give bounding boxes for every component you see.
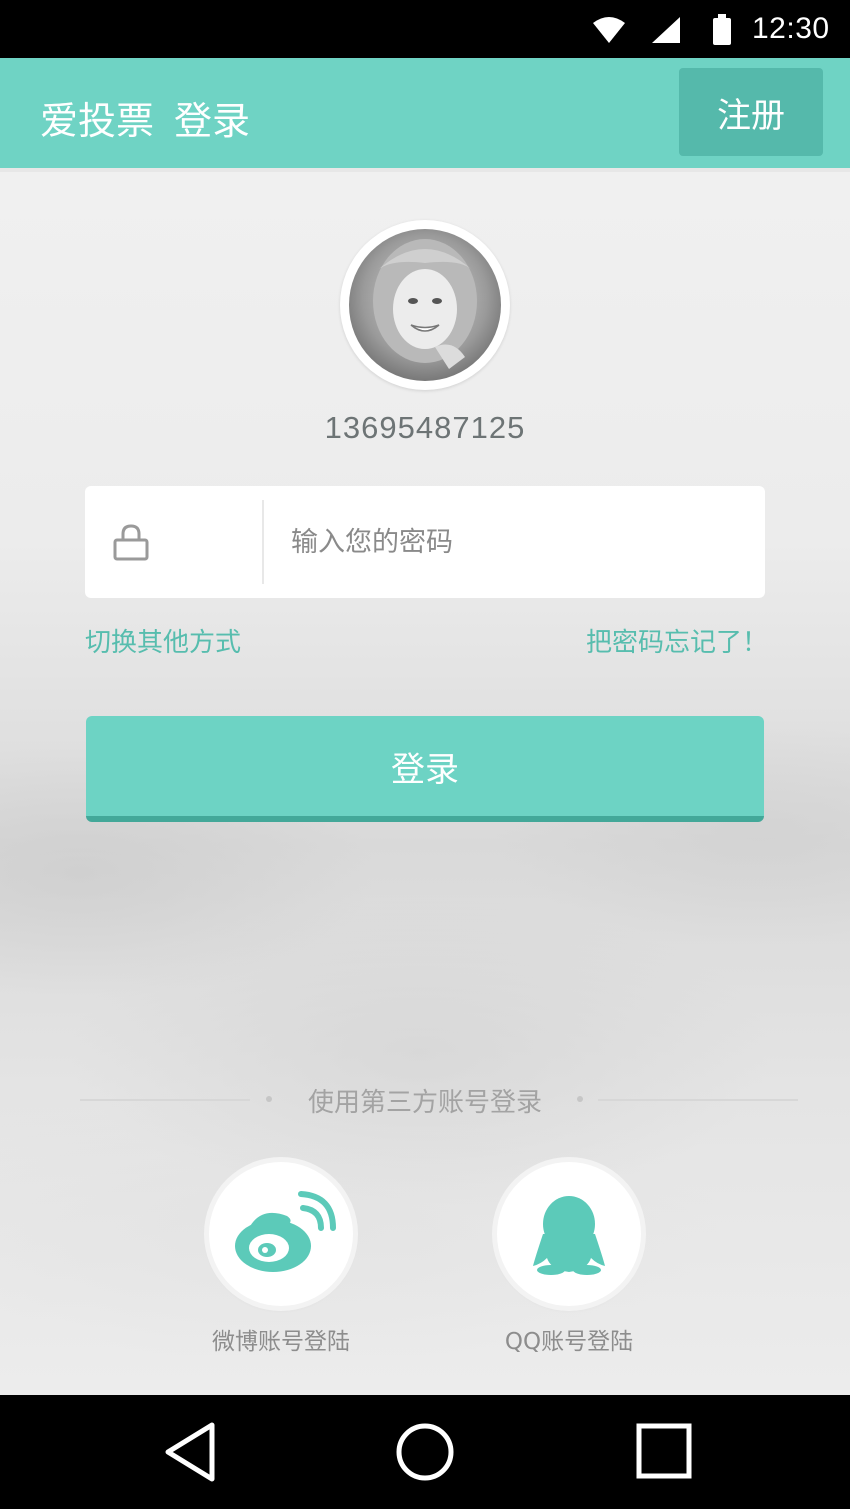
password-input[interactable] [291,514,731,570]
qq-login-label[interactable]: QQ账号登陆 [449,1322,689,1356]
switch-login-method-link[interactable]: 切换其他方式 [85,622,241,659]
weibo-icon [235,1191,336,1272]
lock-icon [113,524,149,561]
status-bar: 12:30 [0,0,850,58]
home-icon[interactable] [392,1419,458,1485]
system-nav-bar [0,1395,850,1509]
recent-apps-icon[interactable] [632,1419,698,1485]
app-name: 爱投票 [40,99,155,143]
avatar-photo [349,229,501,381]
account-number: 13695487125 [324,410,526,445]
wifi-icon [593,17,625,43]
divider-line-right [598,1099,798,1101]
page-title: 登录 [174,99,251,143]
cell-signal-icon [652,17,680,43]
app-bar-title: 爱投票 登录 [40,90,250,145]
weibo-login-label[interactable]: 微博账号登陆 [161,1322,401,1356]
register-button[interactable]: 注册 [679,68,823,156]
third-party-divider: 使用第三方账号登录 [0,1082,850,1122]
status-time: 12:30 [752,12,830,45]
password-field-container[interactable] [85,486,765,598]
login-button[interactable]: 登录 [86,716,764,822]
weibo-login-button[interactable] [209,1162,353,1306]
forgot-password-link[interactable]: 把密码忘记了！ [586,622,768,659]
battery-icon [713,14,731,45]
field-divider [262,500,264,584]
avatar[interactable] [340,220,510,390]
qq-login-button[interactable] [497,1162,641,1306]
back-icon[interactable] [160,1419,226,1485]
app-bar: 爱投票 登录 注册 [0,58,850,172]
login-content: 13695487125 切换其他方式 把密码忘记了！ 登录 使用第三方账号登录 [0,172,850,1395]
divider-dot-right [577,1096,583,1102]
qq-penguin-icon [533,1196,605,1275]
